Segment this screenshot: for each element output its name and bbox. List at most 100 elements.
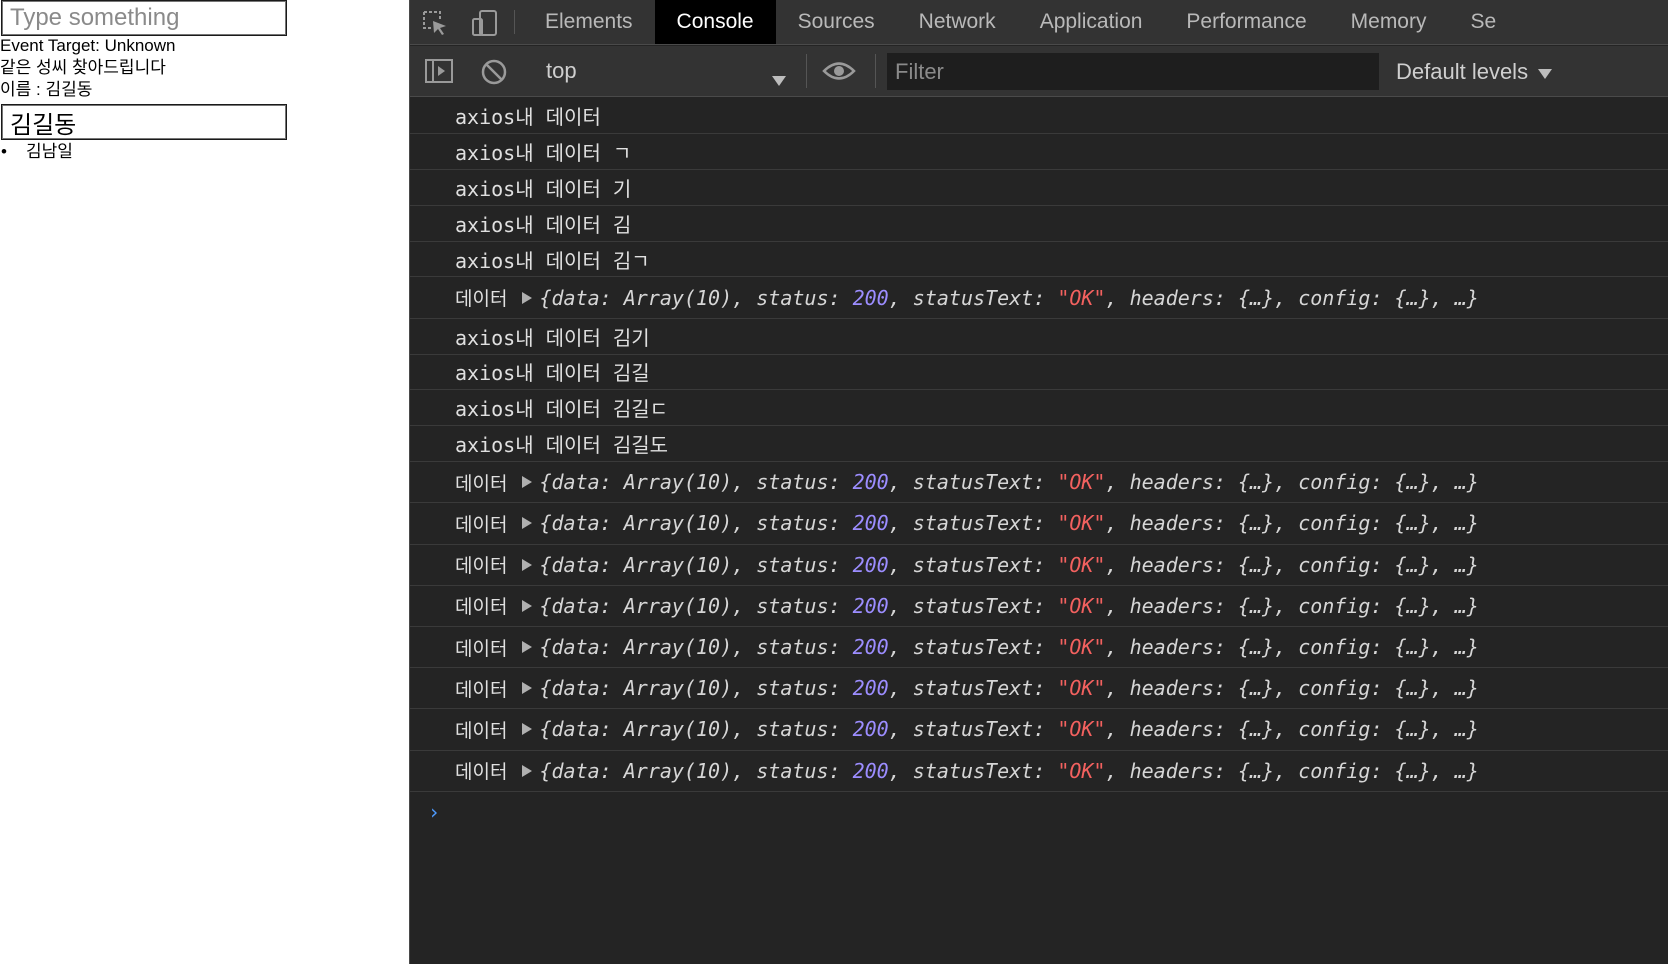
response-object-preview[interactable]: {data: Array(10), status: 200, statusTex…: [539, 511, 1478, 535]
device-toolbar-icon[interactable]: [460, 0, 510, 44]
preview-token-tail: …}: [1454, 717, 1479, 742]
inspect-element-icon[interactable]: [410, 0, 460, 44]
console-object-message: 데이터 {data: Array(10), status: 200, status…: [410, 277, 1668, 319]
punctuation: ,: [732, 593, 757, 618]
punctuation: :: [828, 635, 853, 660]
punctuation: :: [1033, 470, 1058, 495]
punctuation: :: [1033, 635, 1058, 660]
punctuation: :: [1213, 635, 1238, 660]
tab-application[interactable]: Application: [1018, 0, 1165, 44]
punctuation: ,: [1105, 717, 1130, 742]
list-item: 김남일: [0, 141, 73, 163]
preview-token-data-key: data: [551, 470, 600, 495]
expand-triangle-icon[interactable]: [521, 722, 533, 736]
console-message: axios내 데이터 ㄱ: [410, 134, 1668, 170]
preview-token-statusText-key: statusText: [912, 758, 1034, 783]
clear-console-icon[interactable]: [480, 58, 508, 91]
tab-network[interactable]: Network: [897, 0, 1018, 44]
name-text: 이름 : 김길동: [0, 80, 93, 99]
preview-token-config-val: {…}: [1394, 593, 1431, 618]
console-prompt[interactable]: ›: [428, 800, 440, 824]
toolbar-separator: [806, 54, 807, 88]
preview-token-status-val: 200: [852, 511, 889, 536]
preview-token-status-key: status: [756, 593, 829, 618]
response-object-preview[interactable]: {data: Array(10), status: 200, statusTex…: [539, 635, 1478, 659]
punctuation: ,: [888, 758, 913, 783]
expand-triangle-icon[interactable]: [521, 475, 533, 489]
console-message-text: axios내 데이터: [455, 104, 601, 129]
preview-token-statusText-key: statusText: [912, 470, 1034, 495]
search-input[interactable]: [1, 0, 287, 36]
punctuation: ,: [1430, 758, 1455, 783]
preview-token-tail: …}: [1454, 676, 1479, 701]
preview-token-status-key: status: [756, 717, 829, 742]
page-content: Event Target: Unknown 같은 성씨 찾아드립니다 이름 : …: [0, 0, 409, 964]
tab-memory[interactable]: Memory: [1329, 0, 1449, 44]
punctuation: :: [1213, 593, 1238, 618]
preview-token-open: {: [539, 635, 552, 660]
preview-token-open: {: [539, 285, 552, 310]
response-object-preview[interactable]: {data: Array(10), status: 200, statusTex…: [539, 594, 1478, 618]
console-message: axios내 데이터 김길도: [410, 426, 1668, 463]
sidebar-toggle-icon[interactable]: [424, 58, 454, 89]
console-message-text: axios내 데이터 기: [455, 176, 632, 201]
preview-token-statusText-val: "OK": [1057, 470, 1106, 495]
response-object-preview[interactable]: {data: Array(10), status: 200, statusTex…: [539, 470, 1478, 494]
eye-icon[interactable]: [822, 59, 856, 88]
expand-triangle-icon[interactable]: [521, 291, 533, 305]
tab-security[interactable]: Se: [1448, 0, 1518, 44]
response-object-preview[interactable]: {data: Array(10), status: 200, statusTex…: [539, 553, 1478, 577]
expand-triangle-icon[interactable]: [521, 764, 533, 778]
preview-token-headers-key: headers: [1129, 511, 1214, 536]
preview-token-status-val: 200: [852, 470, 889, 495]
preview-token-config-key: config: [1298, 552, 1371, 577]
expand-triangle-icon[interactable]: [521, 640, 533, 654]
preview-token-status-val: 200: [852, 758, 889, 783]
preview-token-statusText-key: statusText: [912, 593, 1034, 618]
expand-triangle-icon[interactable]: [521, 558, 533, 572]
punctuation: :: [599, 593, 624, 618]
preview-token-statusText-val: "OK": [1057, 717, 1106, 742]
preview-token-status-key: status: [756, 676, 829, 701]
preview-token-headers-val: {…}: [1237, 758, 1275, 783]
console-message: axios내 데이터 김: [410, 206, 1668, 242]
preview-token-data-val: Array(10): [623, 676, 733, 701]
preview-token-open: {: [539, 552, 552, 577]
punctuation: ,: [1274, 285, 1299, 310]
response-object-preview[interactable]: {data: Array(10), status: 200, statusTex…: [539, 717, 1478, 741]
preview-token-headers-key: headers: [1129, 758, 1214, 783]
preview-token-headers-key: headers: [1129, 717, 1214, 742]
preview-token-headers-key: headers: [1129, 552, 1214, 577]
console-message: axios내 데이터 김길ㄷ: [410, 390, 1668, 427]
console-message-text: axios내 데이터 김길: [455, 361, 650, 386]
expand-triangle-icon[interactable]: [521, 599, 533, 613]
punctuation: ,: [1105, 470, 1130, 495]
filter-input[interactable]: [887, 53, 1379, 90]
expand-triangle-icon[interactable]: [521, 516, 533, 530]
tab-sources[interactable]: Sources: [776, 0, 897, 44]
punctuation: ,: [732, 552, 757, 577]
preview-token-tail: …}: [1454, 552, 1479, 577]
tab-performance[interactable]: Performance: [1164, 0, 1328, 44]
preview-token-data-key: data: [551, 511, 600, 536]
response-object-preview[interactable]: {data: Array(10), status: 200, statusTex…: [539, 286, 1478, 310]
punctuation: ,: [1274, 511, 1299, 536]
log-levels-select[interactable]: Default levels: [1396, 53, 1553, 90]
punctuation: ,: [732, 758, 757, 783]
preview-token-config-val: {…}: [1394, 511, 1431, 536]
name-input[interactable]: [1, 104, 287, 140]
console-message: axios내 데이터: [410, 98, 1668, 134]
response-object-preview[interactable]: {data: Array(10), status: 200, statusTex…: [539, 759, 1478, 783]
punctuation: :: [1033, 552, 1058, 577]
preview-token-status-key: status: [756, 552, 829, 577]
preview-token-config-key: config: [1298, 285, 1371, 310]
context-select[interactable]: top: [530, 52, 800, 90]
same-surname-text: 같은 성씨 찾아드립니다: [0, 58, 166, 77]
punctuation: ,: [1430, 552, 1455, 577]
punctuation: ,: [732, 635, 757, 660]
expand-triangle-icon[interactable]: [521, 681, 533, 695]
response-object-preview[interactable]: {data: Array(10), status: 200, statusTex…: [539, 676, 1478, 700]
tab-elements[interactable]: Elements: [523, 0, 655, 44]
console-object-message: 데이터 {data: Array(10), status: 200, status…: [410, 751, 1668, 792]
tab-console[interactable]: Console: [654, 0, 776, 44]
